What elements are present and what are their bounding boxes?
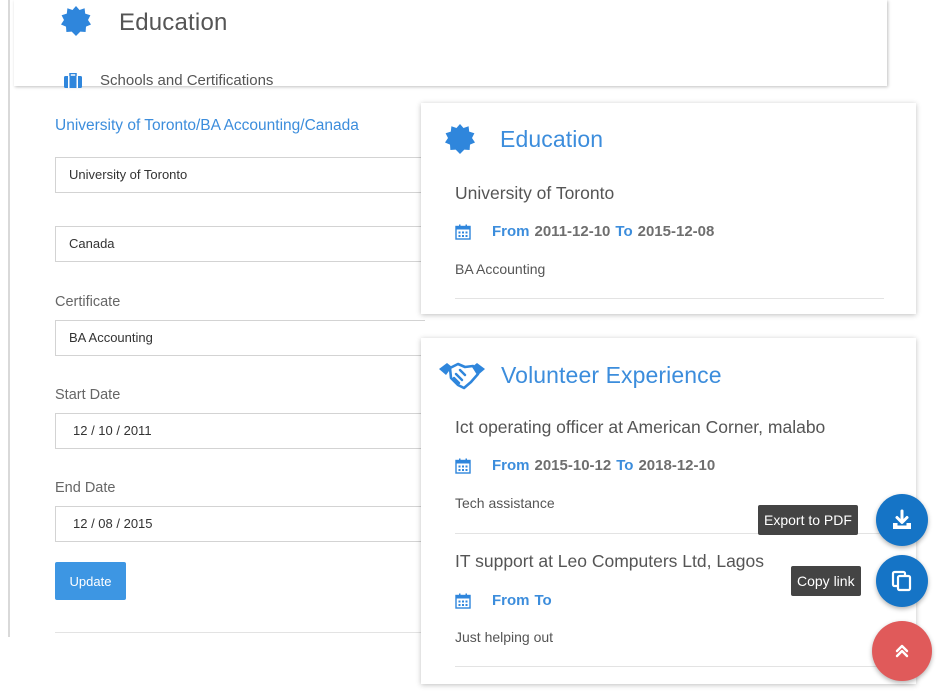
calendar-icon bbox=[455, 458, 471, 474]
scroll-top-button[interactable] bbox=[872, 621, 932, 681]
school-name-field[interactable]: University of Toronto bbox=[55, 157, 425, 193]
download-icon bbox=[893, 509, 911, 529]
export-pdf-button[interactable] bbox=[876, 494, 928, 546]
certificate-field[interactable]: BA Accounting bbox=[55, 320, 425, 356]
form-divider bbox=[55, 632, 425, 633]
from-date: 2015-10-12 bbox=[534, 457, 612, 474]
volunteer-entry-desc: Just helping out bbox=[455, 629, 554, 645]
volunteer-card-title: Volunteer Experience bbox=[501, 361, 722, 388]
volunteer-entry-title: IT support at Leo Computers Ltd, Lagos bbox=[455, 551, 765, 571]
from-date: 2011-12-10 bbox=[534, 223, 611, 240]
to-date: 2018-12-10 bbox=[638, 457, 716, 474]
volunteer-card-header: Volunteer Experience bbox=[438, 360, 722, 390]
export-pdf-tooltip: Export to PDF bbox=[758, 505, 858, 535]
education-card-title: Education bbox=[500, 125, 604, 152]
handshake-icon bbox=[439, 362, 485, 390]
from-keyword: From bbox=[492, 223, 530, 240]
to-keyword: To bbox=[534, 592, 552, 609]
education-entry-dates: From 2011-12-10 To 2015-12-08 bbox=[455, 223, 719, 240]
to-date: 2015-12-08 bbox=[637, 223, 715, 240]
education-card-header: Education bbox=[444, 123, 603, 155]
double-chevron-up-icon bbox=[895, 644, 909, 658]
copy-link-button[interactable] bbox=[876, 555, 928, 607]
from-keyword: From bbox=[492, 457, 530, 474]
volunteer-entry-desc: Tech assistance bbox=[455, 495, 555, 511]
education-badge-icon bbox=[445, 124, 475, 154]
section-label: Schools and Certifications bbox=[100, 72, 274, 89]
schools-section-header: Schools and Certifications bbox=[64, 72, 273, 89]
end-date-label: End Date bbox=[55, 480, 116, 496]
to-keyword: To bbox=[615, 223, 633, 240]
copy-icon bbox=[891, 570, 912, 592]
certificate-label: Certificate bbox=[55, 294, 121, 310]
school-link[interactable]: University of Toronto/BA Accounting/Cana… bbox=[55, 117, 359, 135]
briefcase-icon bbox=[64, 73, 82, 88]
page-left-border bbox=[8, 0, 10, 637]
start-date-label: Start Date bbox=[55, 387, 121, 403]
to-keyword: To bbox=[616, 457, 634, 474]
panel-title: Education bbox=[119, 9, 228, 36]
country-field[interactable]: Canada bbox=[55, 226, 425, 262]
from-keyword: From bbox=[492, 592, 530, 609]
education-badge-icon bbox=[61, 6, 91, 36]
education-entry-title: University of Toronto bbox=[455, 183, 615, 203]
education-entry-desc: BA Accounting bbox=[455, 261, 546, 277]
update-button[interactable]: Update bbox=[55, 562, 126, 600]
calendar-icon bbox=[455, 593, 471, 609]
volunteer-entry-dates: From To bbox=[455, 592, 557, 609]
volunteer-entry-title: Ict operating officer at American Corner… bbox=[455, 417, 826, 437]
calendar-icon bbox=[455, 224, 471, 240]
entry-divider bbox=[455, 666, 884, 667]
entry-divider bbox=[455, 298, 884, 299]
copy-link-tooltip: Copy link bbox=[791, 566, 861, 596]
end-date-field[interactable]: 12 / 08 / 2015 bbox=[55, 506, 425, 542]
education-card: Education University of Toronto From 201… bbox=[421, 103, 916, 314]
start-date-field[interactable]: 12 / 10 / 2011 bbox=[55, 413, 425, 449]
volunteer-entry-dates: From 2015-10-12 To 2018-12-10 bbox=[455, 457, 720, 474]
